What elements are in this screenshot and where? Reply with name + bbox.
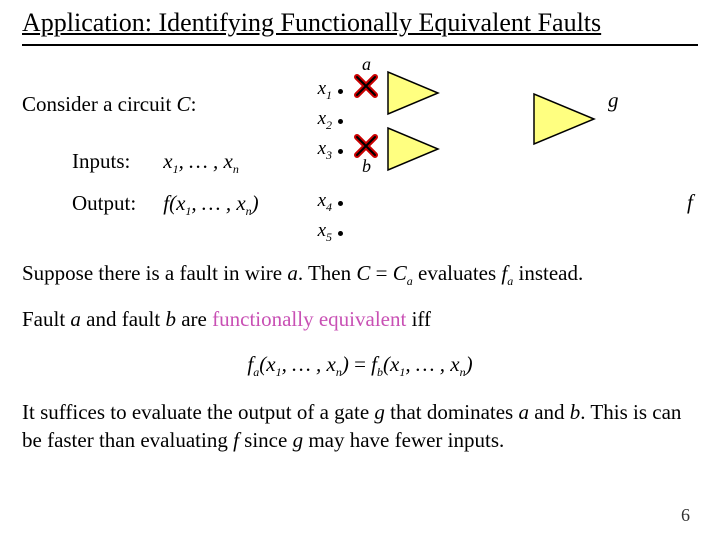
fault-b-mark — [354, 134, 378, 158]
out-mid: , … , x — [191, 191, 245, 215]
eq-lhs-pre: (x — [259, 352, 275, 376]
title-prefix: Application: — [22, 8, 152, 37]
x2-sub: 2 — [326, 118, 332, 132]
out-post: ) — [252, 191, 259, 215]
x1-sub: 1 — [326, 88, 332, 102]
p3-a: a — [518, 400, 529, 424]
inputs-x1: x — [163, 149, 172, 173]
p3-t3: and — [529, 400, 570, 424]
node-x4 — [338, 201, 343, 206]
consider-C: C — [177, 92, 191, 116]
p3-t5: since — [239, 428, 293, 452]
output-label-f: f — [687, 190, 693, 215]
eq-rhs-pre: (x — [383, 352, 399, 376]
p1-t3: evaluates — [413, 261, 502, 285]
p1-Ca: C — [393, 261, 407, 285]
slide: Application: Identifying Functionally Eq… — [0, 0, 720, 540]
x3-letter: x — [318, 138, 326, 159]
p1-t4: instead. — [513, 261, 583, 285]
gate-top — [386, 70, 442, 122]
circuit-diagram: x1 x2 x3 x4 x5 a b — [302, 60, 720, 260]
x5-sub: 5 — [326, 230, 332, 244]
gate-g — [532, 92, 598, 152]
node-x2 — [338, 119, 343, 124]
io-definitions: Inputs: x1, … , xn Output: f(x1, … , xn) — [72, 149, 259, 233]
p2-a: a — [70, 307, 81, 331]
output-value: f(x1, … , xn) — [163, 191, 258, 215]
fault-a-mark — [354, 74, 378, 98]
p2-t2: and fault — [81, 307, 166, 331]
eq-lhs-mid: , … , x — [282, 352, 336, 376]
p1-t2: . Then — [298, 261, 357, 285]
x4-letter: x — [318, 190, 326, 211]
input-label-x1: x1 — [302, 78, 332, 103]
x5-letter: x — [318, 220, 326, 241]
gate-label-g: g — [608, 88, 619, 113]
node-x3 — [338, 149, 343, 154]
functionally-equivalent: functionally equivalent — [212, 307, 406, 331]
eq-equals: = — [349, 352, 371, 376]
consider-pre: Consider a circuit — [22, 92, 177, 116]
body-text: Suppose there is a fault in wire a. Then… — [22, 259, 698, 455]
p3-t2: that dominates — [385, 400, 519, 424]
input-label-x4: x4 — [302, 190, 332, 215]
inputs-line: Inputs: x1, … , xn — [72, 149, 259, 177]
p2-b: b — [165, 307, 176, 331]
wire-label-a: a — [362, 54, 371, 75]
p3-b: b — [570, 400, 581, 424]
paragraph-2: Fault a and fault b are functionally equ… — [22, 305, 698, 333]
input-label-x5: x5 — [302, 220, 332, 245]
x2-letter: x — [318, 108, 326, 129]
inputs-value: x1, … , xn — [163, 149, 239, 173]
p3-g2: g — [293, 428, 304, 452]
title-rest: Identifying Functionally Equivalent Faul… — [152, 8, 601, 37]
paragraph-1: Suppose there is a fault in wire a. Then… — [22, 259, 698, 289]
p1-C: C — [356, 261, 370, 285]
consider-text: Consider a circuit C: — [22, 92, 196, 117]
inputs-mid: , … , x — [179, 149, 233, 173]
node-x1 — [338, 89, 343, 94]
input-label-x3: x3 — [302, 138, 332, 163]
eq-lhs-post: ) — [342, 352, 349, 376]
upper-row: Consider a circuit C: Inputs: x1, … , xn… — [22, 64, 698, 259]
inputs-label: Inputs: — [72, 149, 158, 174]
eq-rhs-post: ) — [466, 352, 473, 376]
p1-a: a — [287, 261, 298, 285]
consider-post: : — [191, 92, 197, 116]
eq-rhs-mid: , … , x — [405, 352, 459, 376]
output-line: Output: f(x1, … , xn) — [72, 191, 259, 219]
x3-sub: 3 — [326, 148, 332, 162]
input-label-x2: x2 — [302, 108, 332, 133]
p3-t1: It suffices to evaluate the output of a … — [22, 400, 374, 424]
p3-t6: may have fewer inputs. — [303, 428, 504, 452]
gate-bottom — [386, 126, 442, 178]
x1-letter: x — [318, 78, 326, 99]
p1-t1: Suppose there is a fault in wire — [22, 261, 287, 285]
page-number: 6 — [681, 505, 690, 526]
inputs-subn: n — [233, 162, 239, 176]
wire-label-b: b — [362, 156, 371, 177]
slide-title: Application: Identifying Functionally Eq… — [22, 8, 698, 46]
p1-eq: = — [370, 261, 392, 285]
p2-t4: iff — [406, 307, 431, 331]
p2-t1: Fault — [22, 307, 70, 331]
out-pre: f(x — [163, 191, 185, 215]
p2-t3: are — [176, 307, 212, 331]
output-label: Output: — [72, 191, 158, 216]
p3-g: g — [374, 400, 385, 424]
equation: fa(x1, … , xn) = fb(x1, … , xn) — [22, 350, 698, 380]
node-x5 — [338, 231, 343, 236]
paragraph-3: It suffices to evaluate the output of a … — [22, 398, 698, 455]
x4-sub: 4 — [326, 200, 332, 214]
